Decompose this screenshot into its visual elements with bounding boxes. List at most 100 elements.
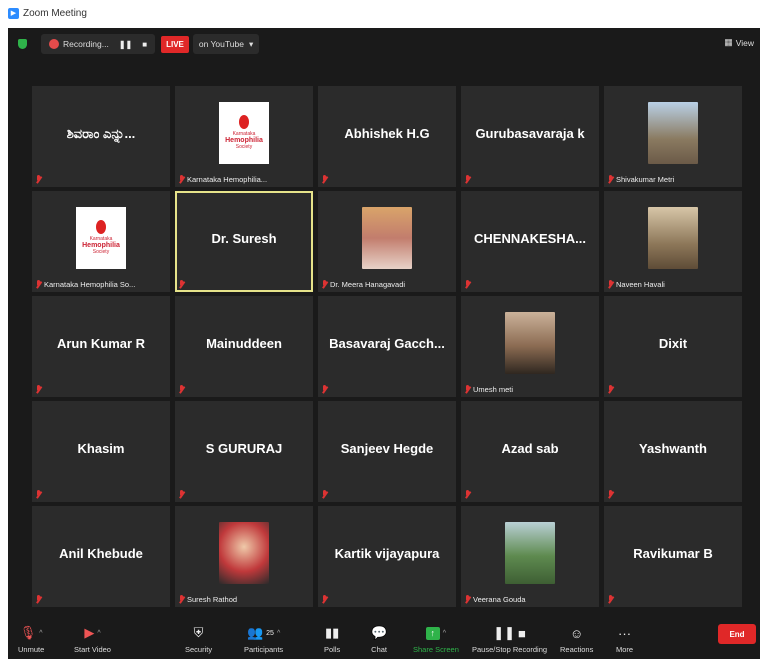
participant-display-name: Sanjeev Hegde xyxy=(340,441,434,456)
participant-photo xyxy=(219,521,269,584)
window-titlebar: ▶ Zoom Meeting xyxy=(0,0,764,26)
participant-tile[interactable]: Veerana Gouda xyxy=(461,506,599,607)
participant-tile[interactable]: Yashwanth xyxy=(604,401,742,502)
chevron-up-icon[interactable]: ^ xyxy=(277,630,280,637)
participant-tile[interactable]: Abhishek H.G xyxy=(318,86,456,187)
participant-display-name: Kartik vijayapura xyxy=(334,546,440,561)
participant-tile[interactable]: Anil Khebude xyxy=(32,506,170,607)
participant-tile[interactable]: Azad sab xyxy=(461,401,599,502)
participant-name-label: Shivakumar Metri xyxy=(616,175,675,184)
chevron-up-icon[interactable]: ^ xyxy=(97,630,100,637)
more-label: More xyxy=(616,645,634,654)
share-screen-label: Share Screen xyxy=(413,645,459,654)
participant-label xyxy=(35,175,42,184)
participant-label xyxy=(321,385,328,394)
organization-logo: Karnataka Hemophilia Society xyxy=(219,101,269,164)
unmute-button[interactable]: 🎙 ^ Unmute xyxy=(18,624,44,654)
participant-name-label: Suresh Rathod xyxy=(187,595,238,604)
security-button[interactable]: ⛨ Security xyxy=(185,624,212,654)
mic-muted-icon xyxy=(178,595,185,604)
participant-name-label: Karnataka Hemophilia... xyxy=(187,175,268,184)
participant-display-name: Anil Khebude xyxy=(59,546,143,561)
participant-tile[interactable]: Kartik vijayapura xyxy=(318,506,456,607)
mic-muted-icon xyxy=(464,175,471,184)
participant-label xyxy=(607,490,614,499)
participant-tile[interactable]: CHENNAKESHA... xyxy=(461,191,599,292)
participant-tile[interactable]: S GURURAJ xyxy=(175,401,313,502)
chevron-down-icon: ▾ xyxy=(248,38,254,49)
security-label: Security xyxy=(185,645,213,654)
view-button[interactable]: ▦ View xyxy=(724,37,754,48)
participant-label xyxy=(178,490,185,499)
participant-tile[interactable]: Sanjeev Hegde xyxy=(318,401,456,502)
start-video-button[interactable]: ▶ ^ Start Video xyxy=(74,624,111,654)
polls-icon: ▮▮ xyxy=(324,625,340,640)
chat-button[interactable]: 💬 Chat xyxy=(371,624,387,654)
participant-label: Veerana Gouda xyxy=(464,595,526,604)
zoom-app-icon: ▶ xyxy=(8,7,19,19)
livestream-dropdown[interactable]: on YouTube ▾ xyxy=(192,34,260,54)
participant-label: Shivakumar Metri xyxy=(607,175,674,184)
pause-recording-icon[interactable]: ❚❚ xyxy=(119,40,132,49)
participant-tile[interactable]: Arun Kumar R xyxy=(32,296,170,397)
chevron-up-icon[interactable]: ^ xyxy=(443,630,446,637)
participant-name-label: Karnataka Hemophilia So... xyxy=(44,280,136,289)
recording-status: Recording... xyxy=(49,39,109,50)
participants-button[interactable]: 👥 25 ^ Participants xyxy=(244,624,283,654)
end-meeting-button[interactable]: End xyxy=(718,624,756,644)
participant-tile[interactable]: ಶಿವರಾಂ ಎನ್ನು... xyxy=(32,86,170,187)
security-shield-icon[interactable] xyxy=(18,39,27,49)
recording-dot-icon xyxy=(49,39,59,50)
mic-muted-icon xyxy=(464,280,471,289)
participant-label xyxy=(178,385,185,394)
participant-tile[interactable]: Dr. Meera Hanagavadi xyxy=(318,191,456,292)
livestream-label: on YouTube xyxy=(198,39,244,49)
more-icon: ··· xyxy=(618,625,632,641)
participant-tile[interactable]: Mainuddeen xyxy=(175,296,313,397)
participant-display-name: Dixit xyxy=(658,336,688,351)
chevron-up-icon[interactable]: ^ xyxy=(39,630,42,637)
participant-tile[interactable]: Karnataka Hemophilia Society Karnataka Hemo… xyxy=(175,86,313,187)
participant-tile[interactable]: Dixit xyxy=(604,296,742,397)
mic-muted-icon xyxy=(321,280,328,289)
mic-muted-icon xyxy=(607,490,614,499)
pause-stop-recording-button[interactable]: ❚❚ ■ Pause/Stop Recording xyxy=(472,624,547,654)
participant-photo xyxy=(505,521,555,584)
participant-tile[interactable]: Gurubasavaraja k xyxy=(461,86,599,187)
polls-label: Polls xyxy=(324,645,341,654)
polls-button[interactable]: ▮▮ Polls xyxy=(324,624,340,654)
participant-tile[interactable]: Umesh meti xyxy=(461,296,599,397)
participant-tile[interactable]: Karnataka Hemophilia Society Karnataka Hemo… xyxy=(32,191,170,292)
participant-label xyxy=(464,280,471,289)
participant-label xyxy=(464,175,471,184)
meeting-topbar: Recording... ❚❚ ■ LIVE on YouTube ▾ ▦ Vi… xyxy=(8,28,760,60)
reactions-icon: ☺ xyxy=(570,625,584,641)
participant-tile[interactable]: Ravikumar B xyxy=(604,506,742,607)
participant-tile[interactable]: Basavaraj Gacch... xyxy=(318,296,456,397)
participant-photo xyxy=(505,311,555,374)
participant-photo xyxy=(648,206,698,269)
share-screen-button[interactable]: ↑ ^ Share Screen xyxy=(413,624,459,654)
logo-text-main: Hemophilia xyxy=(225,137,263,144)
logo-text-main: Hemophilia xyxy=(82,242,120,249)
participant-tile[interactable]: Dr. Suresh xyxy=(175,191,313,292)
participant-tile[interactable]: Naveen Havali xyxy=(604,191,742,292)
participant-display-name: Ravikumar B xyxy=(633,546,713,561)
participant-photo xyxy=(648,101,698,164)
window-title: Zoom Meeting xyxy=(23,7,87,19)
participant-label xyxy=(35,595,42,604)
participant-display-name: ಶಿವರಾಂ ಎನ್ನು... xyxy=(66,125,136,141)
participant-tile[interactable]: Suresh Rathod xyxy=(175,506,313,607)
participant-label: Umesh meti xyxy=(464,385,513,394)
participant-tile[interactable]: Khasim xyxy=(32,401,170,502)
unmute-label: Unmute xyxy=(18,645,45,654)
mic-muted-icon xyxy=(607,175,614,184)
start-video-label: Start Video xyxy=(74,645,111,654)
more-button[interactable]: ··· More xyxy=(616,624,634,655)
stop-recording-icon[interactable]: ■ xyxy=(142,40,147,49)
logo-text-sub: Society xyxy=(92,249,110,255)
recording-indicator[interactable]: Recording... ❚❚ ■ xyxy=(41,34,156,54)
participant-tile[interactable]: Shivakumar Metri xyxy=(604,86,742,187)
reactions-button[interactable]: ☺ Reactions xyxy=(560,624,593,655)
blood-drop-icon xyxy=(239,115,249,129)
